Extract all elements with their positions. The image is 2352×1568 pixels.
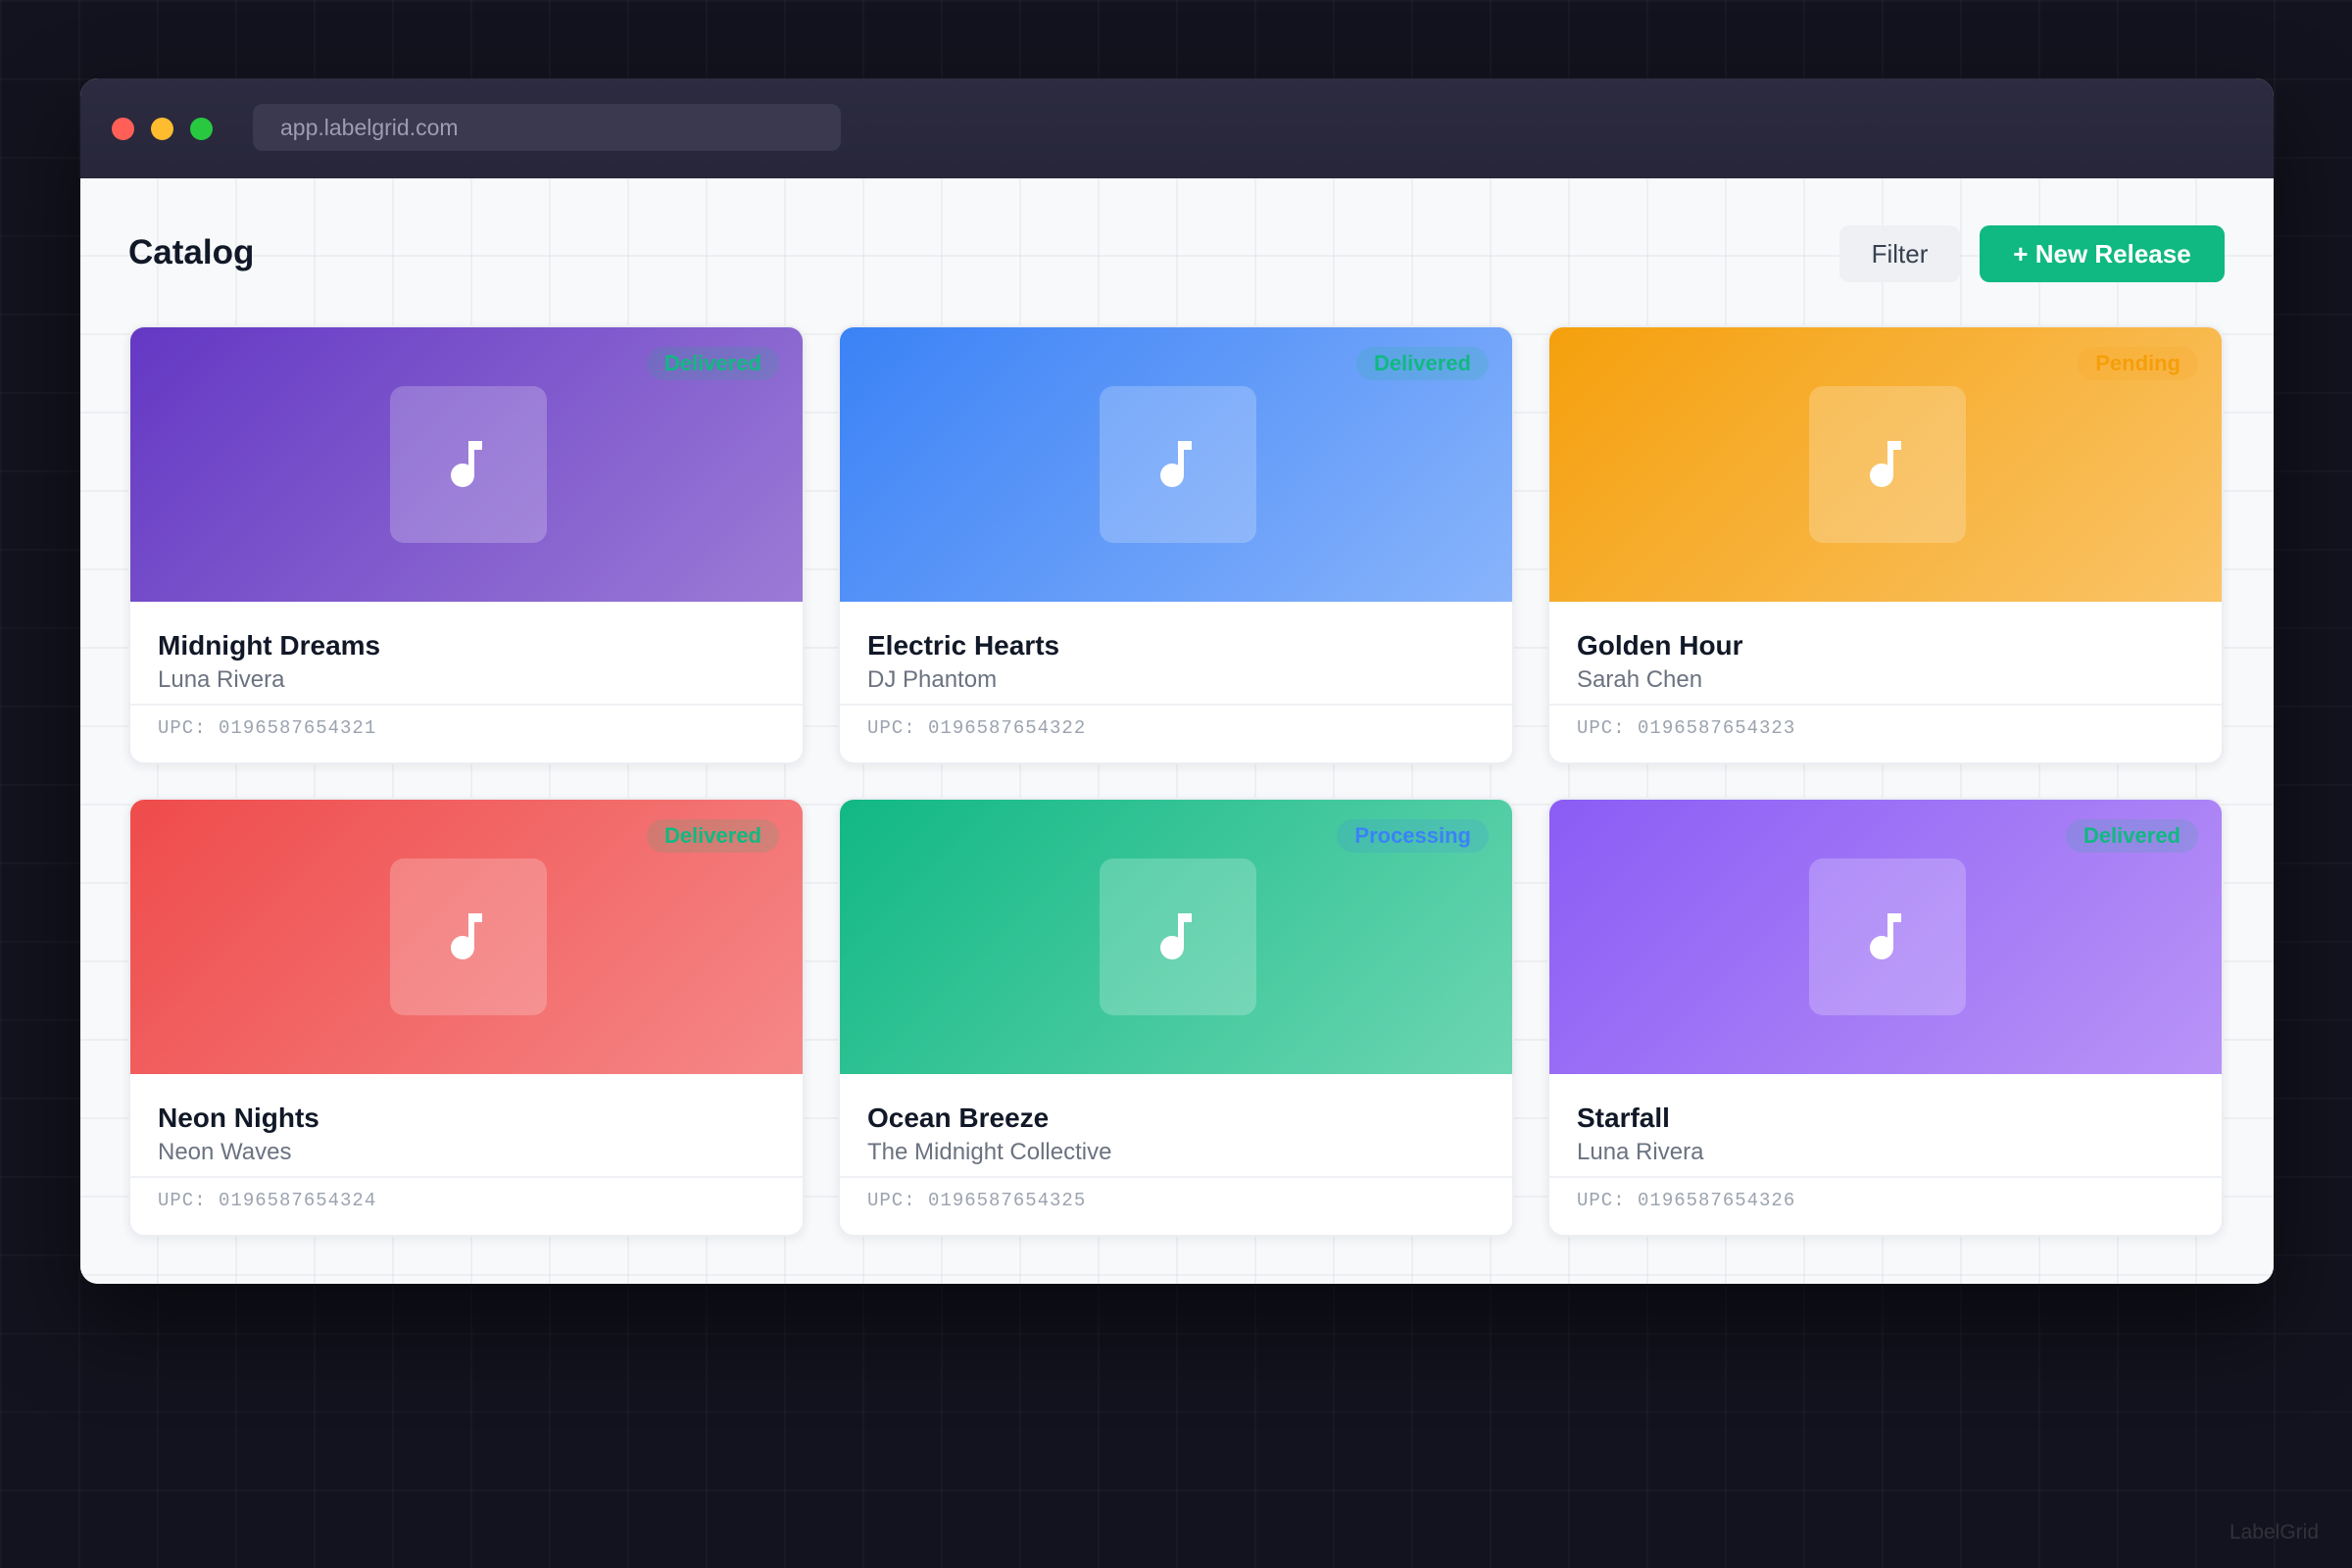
status-badge: Delivered (1355, 347, 1489, 380)
release-artist: Neon Waves (158, 1139, 292, 1165)
release-card[interactable]: Delivered Midnight Dreams Luna Rivera UP… (128, 325, 805, 764)
release-upc: UPC: 0196587654325 (867, 1190, 1087, 1211)
brand-watermark: LabelGrid (2229, 1521, 2319, 1544)
music-note-icon (1100, 858, 1256, 1015)
release-upc: UPC: 0196587654322 (867, 717, 1087, 739)
music-note-icon (390, 386, 547, 543)
browser-titlebar: app.labelgrid.com (80, 78, 2274, 178)
catalog-page: Catalog Filter + New Release Delivered M… (80, 178, 2274, 1284)
browser-window: app.labelgrid.com Catalog Filter + New R… (80, 78, 2274, 1284)
release-artist: Sarah Chen (1577, 666, 1703, 693)
release-upc: UPC: 0196587654324 (158, 1190, 377, 1211)
release-upc: UPC: 0196587654323 (1577, 717, 1796, 739)
music-note-icon (1809, 386, 1966, 543)
status-badge: Processing (1337, 819, 1489, 853)
page-title: Catalog (128, 233, 255, 271)
status-badge: Pending (2078, 347, 2198, 380)
music-note-icon (1100, 386, 1256, 543)
release-artist: Luna Rivera (1577, 1139, 1704, 1165)
release-title: Neon Nights (158, 1102, 319, 1133)
release-title: Starfall (1577, 1102, 1670, 1133)
filter-button[interactable]: Filter (1839, 225, 1960, 282)
release-artist: DJ Phantom (867, 666, 998, 693)
release-card[interactable]: Pending Golden Hour Sarah Chen UPC: 0196… (1547, 325, 2224, 764)
address-bar[interactable]: app.labelgrid.com (253, 104, 841, 151)
card-divider (130, 704, 803, 706)
release-card[interactable]: Delivered Electric Hearts DJ Phantom UPC… (838, 325, 1514, 764)
card-divider (130, 1176, 803, 1178)
music-note-icon (390, 858, 547, 1015)
release-grid: Delivered Midnight Dreams Luna Rivera UP… (128, 325, 2224, 1237)
minimize-window-button[interactable] (151, 118, 173, 140)
release-title: Golden Hour (1577, 630, 1743, 661)
release-cover: Delivered (1549, 800, 2222, 1074)
release-card[interactable]: Processing Ocean Breeze The Midnight Col… (838, 798, 1514, 1237)
card-divider (840, 1176, 1512, 1178)
release-cover: Delivered (130, 800, 803, 1074)
status-badge: Delivered (2065, 819, 2198, 853)
release-cover: Delivered (840, 327, 1512, 602)
close-window-button[interactable] (112, 118, 134, 140)
music-note-icon (1809, 858, 1966, 1015)
maximize-window-button[interactable] (190, 118, 213, 140)
release-cover: Delivered (130, 327, 803, 602)
release-card[interactable]: Delivered Neon Nights Neon Waves UPC: 01… (128, 798, 805, 1237)
card-divider (1549, 704, 2222, 706)
release-title: Ocean Breeze (867, 1102, 1050, 1133)
status-badge: Delivered (646, 819, 779, 853)
card-divider (1549, 1176, 2222, 1178)
status-badge: Delivered (646, 347, 779, 380)
release-cover: Pending (1549, 327, 2222, 602)
release-title: Electric Hearts (867, 630, 1060, 661)
release-upc: UPC: 0196587654326 (1577, 1190, 1796, 1211)
release-artist: Luna Rivera (158, 666, 285, 693)
card-divider (840, 704, 1512, 706)
release-title: Midnight Dreams (158, 630, 381, 661)
release-card[interactable]: Delivered Starfall Luna Rivera UPC: 0196… (1547, 798, 2224, 1237)
release-artist: The Midnight Collective (867, 1139, 1112, 1165)
release-cover: Processing (840, 800, 1512, 1074)
release-upc: UPC: 0196587654321 (158, 717, 377, 739)
new-release-button[interactable]: + New Release (1980, 225, 2225, 282)
